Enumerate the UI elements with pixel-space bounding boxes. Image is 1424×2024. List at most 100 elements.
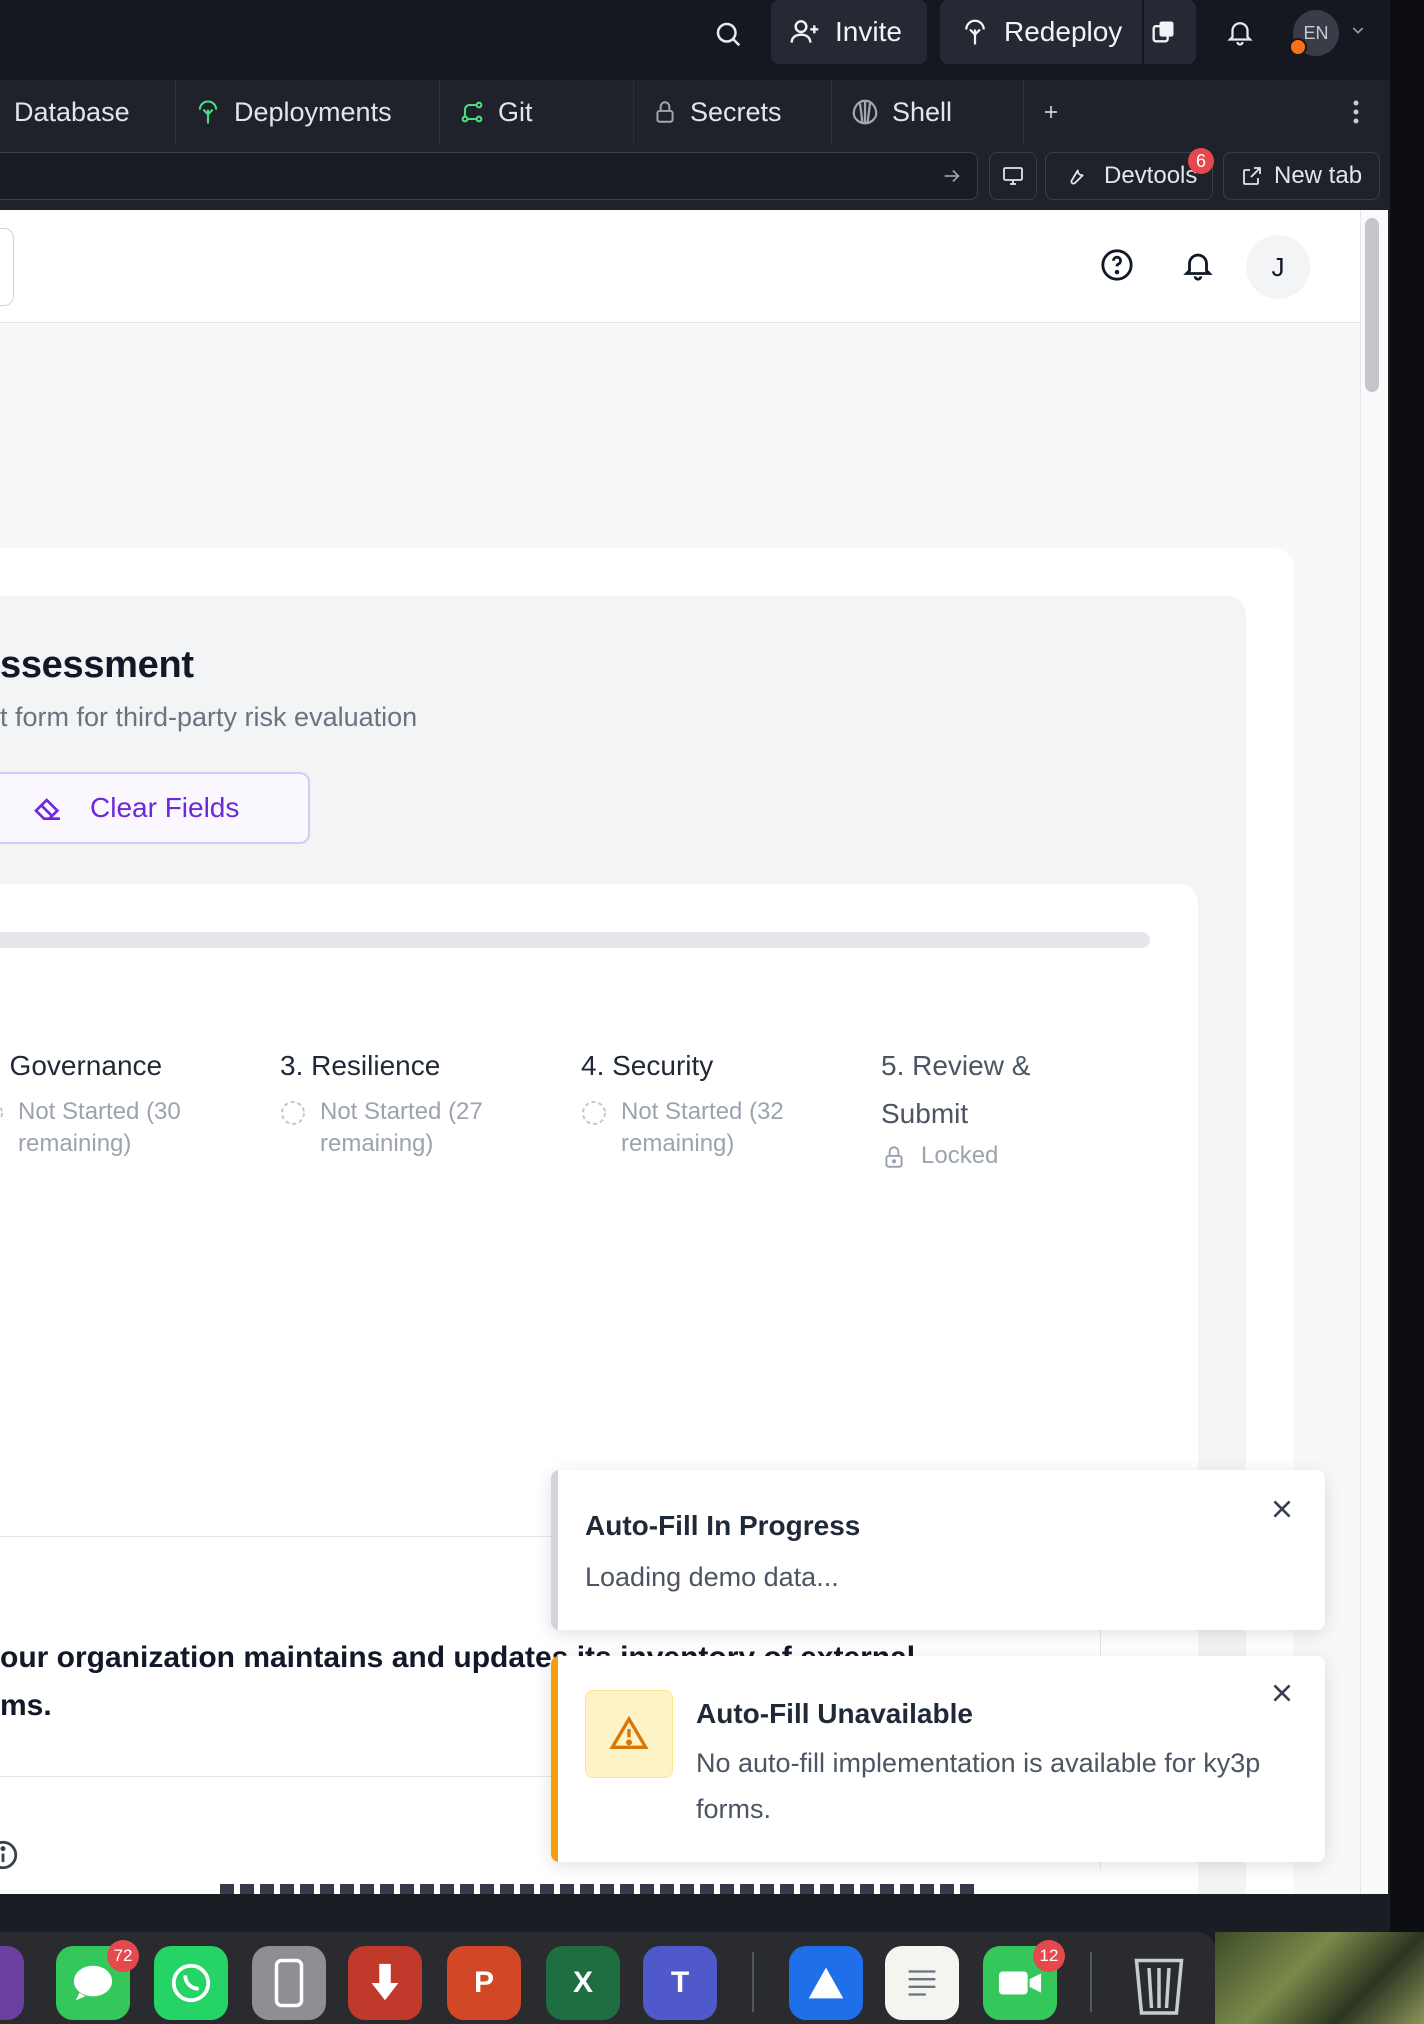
toast-accent-bar bbox=[551, 1656, 558, 1862]
tab-secrets[interactable]: Secrets bbox=[634, 80, 832, 144]
monitor-icon bbox=[1003, 167, 1023, 185]
add-user-icon bbox=[790, 20, 819, 43]
url-row: Devtools 6 New tab bbox=[0, 148, 1390, 200]
lock-icon bbox=[885, 1146, 903, 1168]
divider bbox=[0, 1536, 560, 1537]
avatar[interactable]: J bbox=[1246, 235, 1310, 299]
page-title: ssessment bbox=[0, 644, 194, 686]
excel-icon[interactable]: X bbox=[546, 1946, 620, 2020]
whatsapp-icon[interactable] bbox=[154, 1946, 228, 2020]
dock-divider bbox=[1090, 1952, 1092, 2012]
language-label: EN bbox=[1303, 22, 1329, 43]
step-title: 5. Review & Submit bbox=[881, 1050, 1031, 1129]
help-icon[interactable] bbox=[1100, 248, 1134, 287]
bell-icon[interactable] bbox=[1181, 248, 1215, 287]
step-title: 3. Resilience bbox=[280, 1050, 441, 1081]
facetime-badge-count: 12 bbox=[1039, 1946, 1059, 1965]
clear-fields-label: Clear Fields bbox=[90, 792, 240, 823]
clear-fields-button[interactable]: Clear Fields bbox=[0, 772, 310, 844]
dock-divider bbox=[752, 1952, 754, 2012]
step-resilience[interactable]: 3. Resilience Not Started (27 remaining) bbox=[280, 1042, 520, 1160]
copy-button[interactable] bbox=[1144, 0, 1196, 64]
step-status: Not Started (27 remaining) bbox=[320, 1098, 483, 1157]
devtools-badge: 6 bbox=[1188, 148, 1214, 174]
header-search-box[interactable] bbox=[0, 228, 14, 306]
app-viewport: J ssessment t form for third-party risk … bbox=[0, 210, 1388, 1894]
workspace-topbar: Invite Redeploy EN bbox=[0, 0, 1390, 80]
step-title: 4. Security bbox=[581, 1050, 714, 1081]
redeploy-label: Redeploy bbox=[1004, 16, 1123, 47]
warning-icon bbox=[585, 1690, 673, 1778]
textedit-icon[interactable] bbox=[885, 1946, 959, 2020]
powerpoint-icon[interactable]: P bbox=[447, 1946, 521, 2020]
tab-label: Database bbox=[14, 96, 130, 127]
tab-shell[interactable]: Shell bbox=[832, 80, 1024, 144]
chevron-down-icon[interactable] bbox=[1348, 20, 1368, 40]
toast-title: Auto-Fill In Progress bbox=[585, 1510, 861, 1541]
downloader-icon[interactable] bbox=[348, 1946, 422, 2020]
shell-icon bbox=[852, 99, 878, 125]
new-tab-button[interactable]: New tab bbox=[1223, 152, 1380, 200]
deploy-icon bbox=[965, 19, 985, 45]
toast-autofill-progress: Auto-Fill In Progress Loading demo data.… bbox=[551, 1470, 1325, 1630]
more-vertical-icon[interactable] bbox=[1344, 96, 1368, 128]
close-icon[interactable] bbox=[1269, 1678, 1295, 1712]
teams-icon[interactable]: T bbox=[643, 1946, 717, 2020]
close-icon[interactable] bbox=[1269, 1494, 1295, 1528]
search-icon[interactable] bbox=[708, 14, 748, 54]
info-icon[interactable] bbox=[0, 1838, 20, 1877]
external-link-icon bbox=[1243, 167, 1261, 185]
status-circle-icon bbox=[0, 1105, 3, 1121]
tab-row: Database Deployments Git Secrets Shell bbox=[0, 80, 1090, 144]
scrollbar-track[interactable] bbox=[1360, 210, 1388, 1894]
page-subtitle: t form for third-party risk evaluation bbox=[0, 702, 418, 732]
toast-message: No auto-fill implementation is available… bbox=[696, 1748, 1261, 1824]
progress-bar bbox=[0, 932, 1150, 948]
toast-accent-bar bbox=[551, 1470, 558, 1630]
redeploy-button[interactable]: Redeploy bbox=[940, 0, 1142, 64]
invite-label: Invite bbox=[835, 16, 902, 47]
eraser-icon bbox=[34, 798, 60, 820]
step-status: Not Started (30 remaining) bbox=[18, 1098, 181, 1157]
scrollbar-thumb[interactable] bbox=[1365, 218, 1379, 392]
tab-database[interactable]: Database bbox=[0, 80, 176, 144]
tab-git[interactable]: Git bbox=[440, 80, 634, 144]
messages-badge-count: 72 bbox=[113, 1946, 133, 1965]
invite-button[interactable]: Invite bbox=[771, 0, 927, 64]
dock-app-icon[interactable] bbox=[0, 1946, 24, 2020]
messages-badge: 72 bbox=[107, 1940, 139, 1972]
notifications-bell-icon[interactable] bbox=[1220, 12, 1260, 52]
avatar-initial: J bbox=[1271, 251, 1285, 282]
divider bbox=[0, 1776, 560, 1777]
toast-title: Auto-Fill Unavailable bbox=[696, 1698, 973, 1729]
lock-icon bbox=[656, 101, 674, 123]
step-security[interactable]: 4. Security Not Started (32 remaining) bbox=[581, 1042, 821, 1160]
git-icon bbox=[461, 101, 483, 123]
sketch-app-icon[interactable] bbox=[789, 1946, 863, 2020]
step-governance[interactable]: . Governance Not Started (30 remaining) bbox=[0, 1042, 240, 1160]
status-circle-icon bbox=[582, 1101, 606, 1125]
url-input[interactable] bbox=[0, 152, 978, 200]
iphone-mirroring-icon[interactable] bbox=[252, 1946, 326, 2020]
tab-deployments[interactable]: Deployments bbox=[176, 80, 440, 144]
next-question-fragment bbox=[220, 1884, 980, 1894]
devtools-badge-count: 6 bbox=[1195, 150, 1206, 171]
step-title: . Governance bbox=[0, 1050, 163, 1081]
devtools-label: Devtools bbox=[1104, 162, 1198, 189]
plus-icon bbox=[1045, 106, 1057, 118]
step-status: Locked bbox=[921, 1142, 999, 1169]
toast-autofill-unavailable: Auto-Fill Unavailable No auto-fill imple… bbox=[551, 1656, 1325, 1862]
facetime-badge: 12 bbox=[1033, 1940, 1065, 1972]
wrench-icon bbox=[1070, 169, 1084, 185]
add-tab-button[interactable] bbox=[1024, 80, 1090, 144]
tab-label: Secrets bbox=[690, 96, 782, 127]
app-header: J bbox=[0, 210, 1360, 323]
trash-icon[interactable] bbox=[1122, 1946, 1196, 2020]
toast-message: Loading demo data... bbox=[585, 1562, 839, 1592]
new-tab-label: New tab bbox=[1274, 162, 1363, 189]
tab-label: Deployments bbox=[234, 96, 392, 127]
arrow-right-icon[interactable] bbox=[941, 165, 963, 192]
screen-button[interactable] bbox=[989, 152, 1037, 200]
copy-icon bbox=[1152, 21, 1174, 43]
desktop-wallpaper bbox=[1215, 1932, 1424, 2024]
